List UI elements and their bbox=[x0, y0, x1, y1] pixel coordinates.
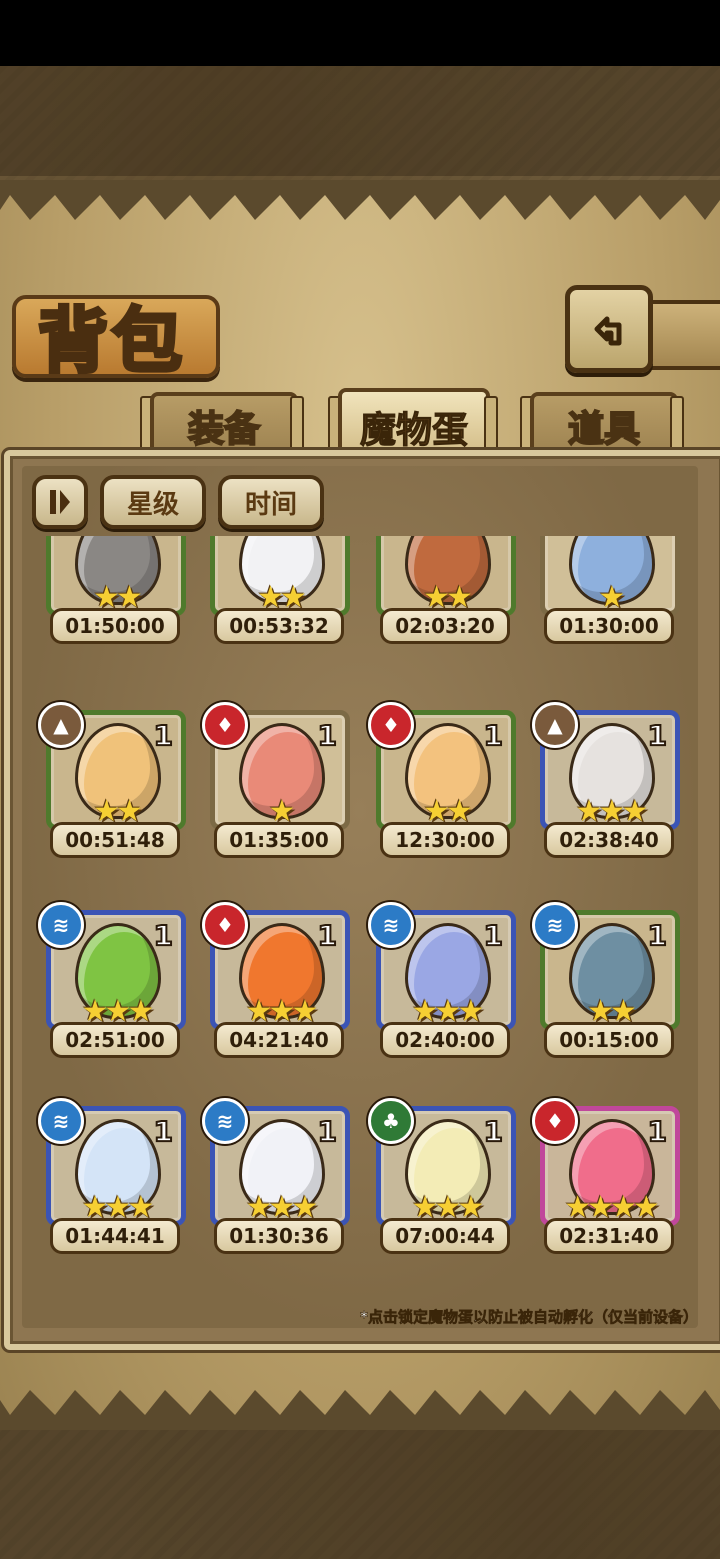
hatch-timer: 01:44:41 bbox=[50, 1218, 180, 1254]
fire-icon: ♦ bbox=[202, 702, 248, 748]
egg-count: 1 bbox=[152, 718, 174, 753]
water-icon: ≋ bbox=[38, 902, 84, 948]
tab-post bbox=[670, 396, 684, 452]
egg-count: 1 bbox=[152, 918, 174, 953]
egg-count: 1 bbox=[646, 536, 668, 539]
egg-count: 1 bbox=[482, 718, 504, 753]
hatch-timer: 02:31:40 bbox=[544, 1218, 674, 1254]
egg-count: 1 bbox=[316, 536, 338, 539]
tab-equipment[interactable]: 装备 bbox=[150, 392, 298, 456]
hatch-timer: 01:30:00 bbox=[544, 608, 674, 644]
sort-by-time-button[interactable]: 时间 bbox=[218, 475, 324, 529]
egg-count: 1 bbox=[152, 1114, 174, 1149]
hatch-timer: 02:38:40 bbox=[544, 822, 674, 858]
bottom-band bbox=[0, 1425, 720, 1559]
egg-count: 2 bbox=[152, 536, 174, 539]
egg-count: 1 bbox=[316, 918, 338, 953]
tab-post bbox=[484, 396, 498, 452]
hatch-timer: 01:30:36 bbox=[214, 1218, 344, 1254]
fire-icon: ♦ bbox=[532, 1098, 578, 1144]
egg-slot[interactable]: 2★★ bbox=[46, 536, 186, 616]
tab-post bbox=[290, 396, 304, 452]
sort-by-star-button[interactable]: 星级 bbox=[100, 475, 206, 529]
back-button[interactable] bbox=[565, 285, 653, 373]
egg-slot[interactable]: 1★★ bbox=[210, 536, 350, 616]
egg-count: 1 bbox=[316, 718, 338, 753]
page-title: 背包 bbox=[36, 298, 186, 384]
back-arrow-icon bbox=[594, 316, 622, 346]
egg-count: 1 bbox=[646, 718, 668, 753]
sort-direction-icon bbox=[50, 490, 70, 514]
egg-count: 1 bbox=[646, 1114, 668, 1149]
water-icon: ≋ bbox=[38, 1098, 84, 1144]
fire-icon: ♦ bbox=[368, 702, 414, 748]
hatch-timer: 01:35:00 bbox=[214, 822, 344, 858]
egg-count: 2 bbox=[482, 536, 504, 539]
zigzag-top-border bbox=[0, 180, 720, 220]
hatch-timer: 00:53:32 bbox=[214, 608, 344, 644]
hatch-timer: 02:03:20 bbox=[380, 608, 510, 644]
top-band bbox=[0, 66, 720, 176]
egg-slot[interactable]: 1★ bbox=[540, 536, 680, 616]
egg-count: 1 bbox=[316, 1114, 338, 1149]
egg-count: 1 bbox=[482, 918, 504, 953]
hatch-timer: 12:30:00 bbox=[380, 822, 510, 858]
zigzag-bottom-border bbox=[0, 1390, 720, 1430]
egg-count: 1 bbox=[482, 1114, 504, 1149]
hatch-timer: 04:21:40 bbox=[214, 1022, 344, 1058]
hatch-timer: 00:15:00 bbox=[544, 1022, 674, 1058]
hatch-timer: 02:40:00 bbox=[380, 1022, 510, 1058]
water-icon: ≋ bbox=[202, 1098, 248, 1144]
egg-slot[interactable]: 2★★ bbox=[376, 536, 516, 616]
tab-items[interactable]: 道具 bbox=[530, 392, 678, 456]
hatch-timer: 07:00:44 bbox=[380, 1218, 510, 1254]
egg-grid: 2★★ ▲ 01:50:00 1★★ ≋ 00:53:32 2★★ ♦ 02:03:20 1★ ≋ 0… bbox=[22, 536, 698, 1296]
earth-icon: ▲ bbox=[532, 702, 578, 748]
hatch-timer: 01:50:00 bbox=[50, 608, 180, 644]
hatch-timer: 02:51:00 bbox=[50, 1022, 180, 1058]
water-icon: ≋ bbox=[368, 902, 414, 948]
egg-count: 1 bbox=[646, 918, 668, 953]
wood-icon: ♣ bbox=[368, 1098, 414, 1144]
earth-icon: ▲ bbox=[38, 702, 84, 748]
hatch-timer: 00:51:48 bbox=[50, 822, 180, 858]
lock-hint: *点击锁定魔物蛋以防止被自动孵化（仅当前设备） bbox=[360, 1308, 698, 1327]
water-icon: ≋ bbox=[532, 902, 578, 948]
sort-order-toggle[interactable] bbox=[32, 475, 88, 529]
fire-icon: ♦ bbox=[202, 902, 248, 948]
